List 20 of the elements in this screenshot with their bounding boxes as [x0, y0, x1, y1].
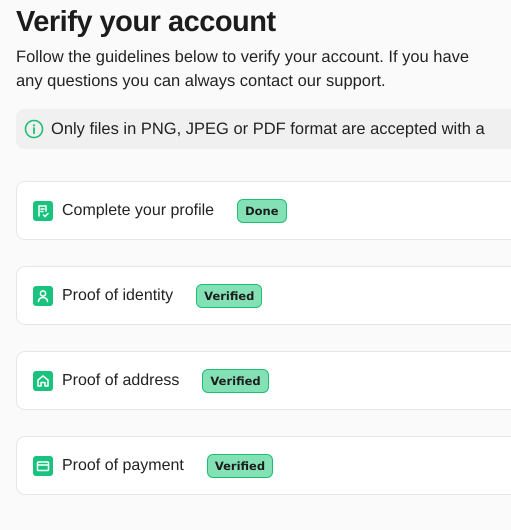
person-icon [33, 286, 53, 306]
status-badge: Verified [206, 454, 274, 478]
document-check-icon [33, 200, 53, 220]
status-badge: Verified [196, 284, 262, 308]
info-text: Only files in PNG, JPEG or PDF format are accepted with a [51, 120, 485, 138]
status-badge: Verified [202, 368, 269, 392]
intro-text: Follow the guidelines below to verify your account. If you have any questions you can always contact our support. [16, 47, 470, 92]
step-title: Proof of address [62, 372, 180, 390]
step-title: Complete your profile [62, 202, 214, 220]
verification-step-card[interactable]: Proof of identity Verified [16, 266, 511, 325]
verification-step-card[interactable]: Proof of payment Verified [16, 436, 511, 495]
step-title: Proof of payment [62, 456, 184, 474]
info-icon [24, 119, 44, 139]
status-badge: Done [237, 198, 287, 222]
step-title: Proof of identity [62, 286, 174, 304]
verification-step-card[interactable]: Proof of address Verified [16, 351, 511, 410]
house-icon [33, 370, 53, 390]
card-icon [33, 456, 53, 476]
verification-step-card[interactable]: Complete your profile Done [16, 181, 511, 240]
page-title: Verify your account [16, 6, 276, 39]
